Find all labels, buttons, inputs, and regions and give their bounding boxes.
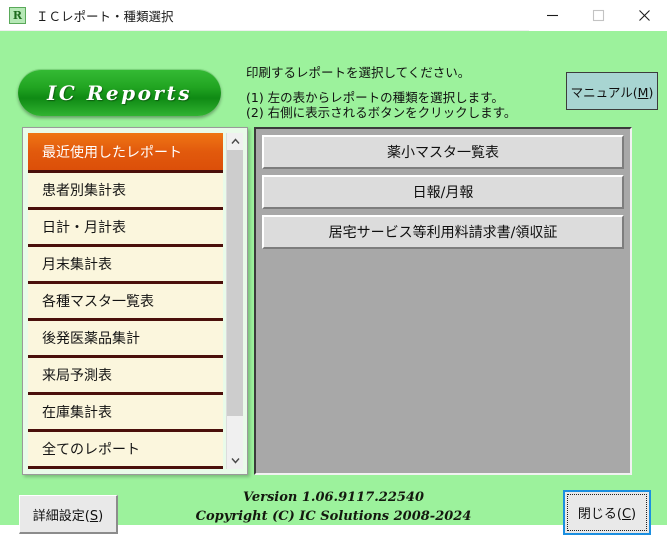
list-item-label: 患者別集計表 — [42, 183, 126, 199]
logo-text: IC Reports — [47, 80, 192, 105]
list-item[interactable]: 各種マスタ一覧表 — [28, 281, 223, 321]
list-item-label: 在庫集計表 — [42, 405, 112, 421]
minimize-icon[interactable] — [529, 0, 575, 31]
list-item[interactable]: 全てのレポート — [28, 429, 223, 469]
list-item[interactable]: 在庫集計表 — [28, 392, 223, 432]
report-action-button[interactable]: 薬小マスタ一覧表 — [262, 135, 624, 169]
instruction-step-1: (1) 左の表からレポートの種類を選択します。 — [246, 90, 504, 106]
report-type-list-panel: 最近使用したレポート 患者別集計表 日計・月計表 月末集計表各種マスタ一覧表 後発医薬品… — [22, 127, 248, 475]
instruction-main: 印刷するレポートを選択してください。 — [246, 65, 471, 80]
close-icon[interactable] — [621, 0, 667, 31]
scrollbar-track[interactable] — [227, 150, 243, 452]
instruction-step-2: (2) 右側に表示されるボタンをクリックします。 — [246, 105, 517, 121]
list-scrollbar[interactable] — [226, 133, 243, 469]
list-item-label: 全てのレポート — [42, 442, 140, 458]
instruction-text: 印刷するレポートを選択してください。 (1) 左の表からレポートの種類を選択しま… — [246, 65, 517, 121]
maximize-icon — [575, 0, 621, 31]
scrollbar-thumb[interactable] — [227, 150, 243, 416]
accelerator-key: C — [621, 507, 632, 522]
scroll-up-icon[interactable] — [227, 133, 243, 150]
accelerator-key: M — [637, 84, 649, 100]
list-item-label: 後発医薬品集計 — [42, 331, 140, 347]
report-action-button-label: 日報/月報 — [412, 185, 474, 201]
list-item[interactable]: 患者別集計表 — [28, 170, 223, 210]
list-item-label: 最近使用したレポート — [42, 144, 182, 161]
client-area: IC Reports 印刷するレポートを選択してください。 (1) 左の表からレ… — [0, 31, 667, 535]
list-item-label: 来局予測表 — [42, 368, 112, 384]
manual-button[interactable]: マニュアル(M) — [566, 72, 658, 110]
detail-settings-label: 詳細設定(S) — [32, 508, 104, 524]
report-action-button-label: 居宅サービス等利用料請求書/領収証 — [328, 225, 558, 241]
report-action-button-label: 薬小マスタ一覧表 — [387, 145, 499, 161]
close-button-label: 閉じる(C) — [577, 507, 637, 522]
report-action-button[interactable]: 日報/月報 — [262, 175, 624, 209]
app-r-icon: R — [9, 6, 26, 24]
manual-button-label: マニュアル(M) — [570, 84, 654, 100]
window-controls — [529, 0, 667, 31]
list-item-label: 月末集計表 — [42, 257, 112, 273]
list-item[interactable]: 月末集計表 — [28, 244, 223, 284]
list-item-label: 日計・月計表 — [42, 220, 126, 236]
report-type-list[interactable]: 最近使用したレポート 患者別集計表 日計・月計表 月末集計表各種マスタ一覧表 後発医薬品… — [28, 133, 223, 469]
window-title: ＩＣレポート・種類選択 — [36, 8, 174, 24]
report-action-panel: 薬小マスタ一覧表 日報/月報居宅サービス等利用料請求書/領収証 — [254, 127, 632, 475]
list-item[interactable]: 日計・月計表 — [28, 207, 223, 247]
title-bar: R ＩＣレポート・種類選択 — [0, 0, 667, 31]
list-item-label: 各種マスタ一覧表 — [42, 294, 154, 310]
scroll-down-icon[interactable] — [227, 452, 243, 469]
report-action-button[interactable]: 居宅サービス等利用料請求書/領収証 — [262, 215, 624, 249]
close-button[interactable]: 閉じる(C) — [563, 490, 651, 535]
list-item[interactable]: 後発医薬品集計 — [28, 318, 223, 358]
list-item[interactable]: 来局予測表 — [28, 355, 223, 395]
ic-reports-logo: IC Reports — [18, 69, 221, 116]
detail-settings-button[interactable]: 詳細設定(S) — [19, 495, 118, 534]
accelerator-key: S — [89, 508, 99, 524]
list-item[interactable]: 最近使用したレポート — [28, 133, 223, 173]
